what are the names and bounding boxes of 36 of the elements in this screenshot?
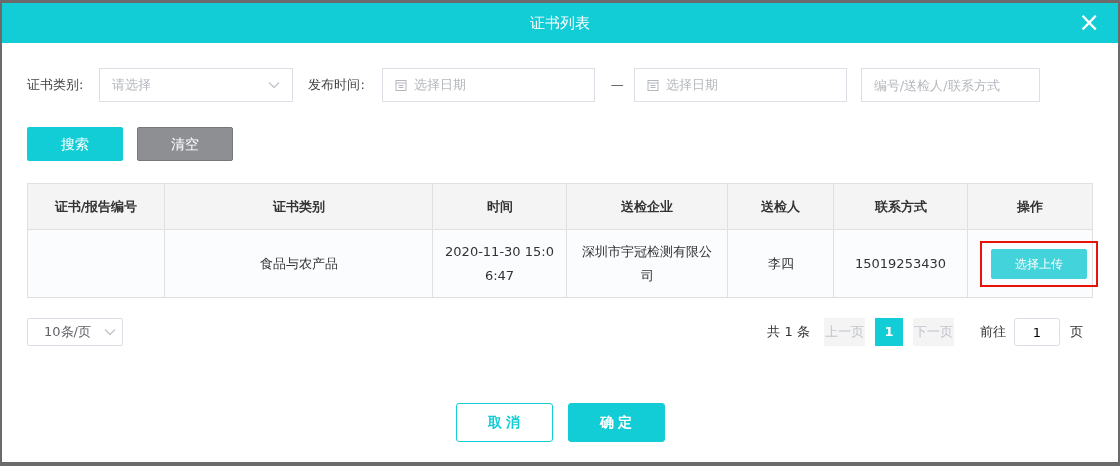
page-size-select[interactable]: 10条/页: [27, 318, 123, 346]
calendar-icon: [646, 79, 659, 91]
chevron-down-icon: [104, 328, 116, 336]
confirm-button[interactable]: 确 定: [567, 403, 665, 442]
table-cell: 2020-11-30 15:06:47: [432, 229, 567, 298]
date-field[interactable]: 选择日期: [381, 68, 595, 102]
table-cell: 15019253430: [833, 229, 968, 298]
select-field[interactable]: 请选择: [99, 68, 294, 102]
column-header: 证书/报告编号: [27, 183, 165, 230]
total-count: 共 1 条: [767, 323, 810, 342]
page-suffix: 页: [1070, 323, 1083, 342]
cancel-button[interactable]: 取 消: [455, 403, 553, 442]
page-button[interactable]: 1: [875, 318, 903, 346]
dialog-title: 证书列表: [530, 12, 590, 34]
column-header: 时间: [432, 183, 567, 230]
column-header: 操作: [967, 183, 1093, 230]
page-input[interactable]: 1: [1014, 318, 1060, 346]
column-header: 送检人: [727, 183, 834, 230]
table-cell: 深圳市宇冠检测有限公司: [566, 229, 728, 298]
search-field[interactable]: 编号/送检人/联系方式: [860, 68, 1040, 102]
close-button[interactable]: ×: [1074, 9, 1104, 35]
upload-button[interactable]: 选择上传: [991, 248, 1087, 279]
table-cell: 李四: [727, 229, 834, 298]
calendar-icon: [394, 79, 407, 91]
column-header: 证书类别: [164, 183, 433, 230]
column-header: 联系方式: [833, 183, 968, 230]
clear-button[interactable]: 清空: [137, 127, 233, 161]
column-header: 送检企业: [566, 183, 728, 230]
table-cell: 食品与农产品: [164, 229, 433, 298]
filter-label: 证书类别:: [27, 76, 84, 95]
date-field[interactable]: 选择日期: [633, 68, 847, 102]
chevron-down-icon: [268, 81, 281, 89]
search-button[interactable]: 搜索: [27, 127, 123, 161]
filter-label: 发布时间:: [308, 76, 365, 95]
range-separator: —: [610, 76, 624, 95]
goto-label: 前往: [980, 323, 1006, 342]
